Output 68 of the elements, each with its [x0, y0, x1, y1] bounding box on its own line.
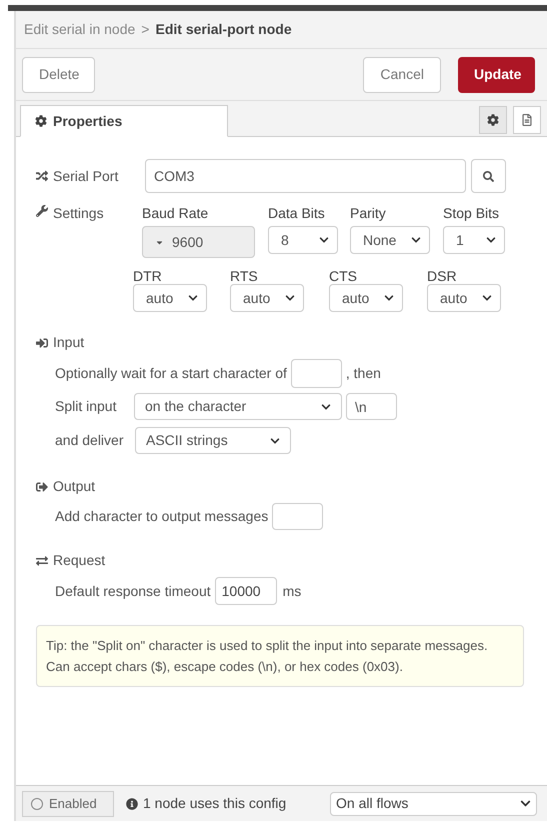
output-char-label: Add character to output messages — [55, 507, 268, 526]
chevron-down-icon — [321, 402, 331, 412]
sign-in-icon — [36, 336, 48, 348]
chevron-down-icon — [188, 293, 198, 303]
start-char-label: Optionally wait for a start character of — [55, 364, 287, 383]
deliver-label: and deliver — [55, 431, 124, 450]
output-char-field[interactable] — [272, 503, 324, 530]
dropdown[interactable]: None — [350, 226, 430, 254]
chevron-down-icon — [486, 235, 496, 245]
field-label: RTS — [230, 268, 259, 284]
section-title: Output — [36, 476, 531, 497]
field-label: CTS — [329, 268, 358, 284]
start-char-field[interactable] — [290, 359, 342, 388]
exchange-icon — [36, 554, 48, 566]
field-label: Parity — [350, 204, 387, 223]
enabled-toggle[interactable]: Enabled — [22, 790, 114, 816]
scope-dropdown[interactable]: On all flows — [330, 792, 537, 816]
breadcrumb-current: Edit serial-port node — [155, 20, 292, 39]
settings-tab-button[interactable] — [479, 106, 507, 134]
section-title: Request — [36, 550, 531, 571]
usage-info: 1 node uses this config — [126, 793, 286, 814]
chevron-down-icon — [319, 235, 329, 245]
chevron-down-icon — [482, 293, 492, 303]
timeout-unit: ms — [282, 582, 302, 600]
description-tab-button[interactable] — [513, 106, 541, 134]
sign-out-icon — [36, 480, 48, 492]
dialog-button[interactable]: Delete — [22, 56, 95, 92]
dropdown[interactable]: auto — [230, 284, 304, 312]
dropdown[interactable]: 1 — [443, 226, 505, 254]
field-label: Data Bits — [268, 204, 326, 223]
chevron-down-icon — [384, 293, 394, 303]
shuffle-icon — [36, 170, 48, 182]
serial-port-field[interactable]: COM3 — [145, 159, 466, 193]
dropdown[interactable]: auto — [133, 284, 207, 312]
field-label: Stop Bits — [443, 204, 500, 223]
dropdown[interactable]: auto — [427, 284, 501, 312]
start-char-suffix: , then — [346, 364, 381, 383]
timeout-field[interactable]: 10000 — [214, 577, 277, 605]
document-icon — [521, 114, 533, 126]
dialog-button[interactable]: Cancel — [363, 56, 441, 92]
tip-box: Tip: the "Split on" character is used to split the input into separate messages. Can accept chars ($), escape codes (\n), or hex codes (0x03). — [36, 625, 524, 687]
dropdown[interactable]: 8 — [268, 226, 338, 254]
chevron-down-icon — [411, 235, 421, 245]
gear-icon — [35, 115, 47, 127]
field-label: Baud Rate — [142, 204, 210, 223]
chevron-down-icon — [285, 293, 295, 303]
section-title: Input — [36, 332, 531, 353]
baud-rate-combo[interactable]: 9600 — [142, 226, 255, 258]
chevron-down-icon — [520, 798, 531, 809]
dropdown[interactable]: auto — [329, 284, 403, 312]
chevron-down-icon — [270, 436, 280, 446]
info-icon — [126, 798, 138, 810]
gear-icon — [487, 114, 499, 126]
settings-label: Settings — [36, 203, 142, 258]
search-icon — [483, 170, 494, 182]
split-mode-dropdown[interactable]: on the character — [134, 393, 342, 420]
timeout-label: Default response timeout — [55, 582, 211, 601]
split-char-field[interactable]: \n — [346, 393, 397, 420]
breadcrumb-separator: > — [141, 20, 150, 39]
split-input-label: Split input — [55, 397, 118, 416]
search-button[interactable] — [471, 159, 506, 193]
serial-port-label: Serial Port — [36, 166, 145, 186]
wrench-icon — [36, 205, 48, 217]
properties-tab[interactable]: Properties — [20, 105, 228, 137]
deliver-dropdown[interactable]: ASCII strings — [135, 427, 291, 454]
dialog-button[interactable]: Update — [458, 56, 535, 92]
field-label: DSR — [427, 268, 458, 284]
field-label: DTR — [133, 268, 163, 284]
